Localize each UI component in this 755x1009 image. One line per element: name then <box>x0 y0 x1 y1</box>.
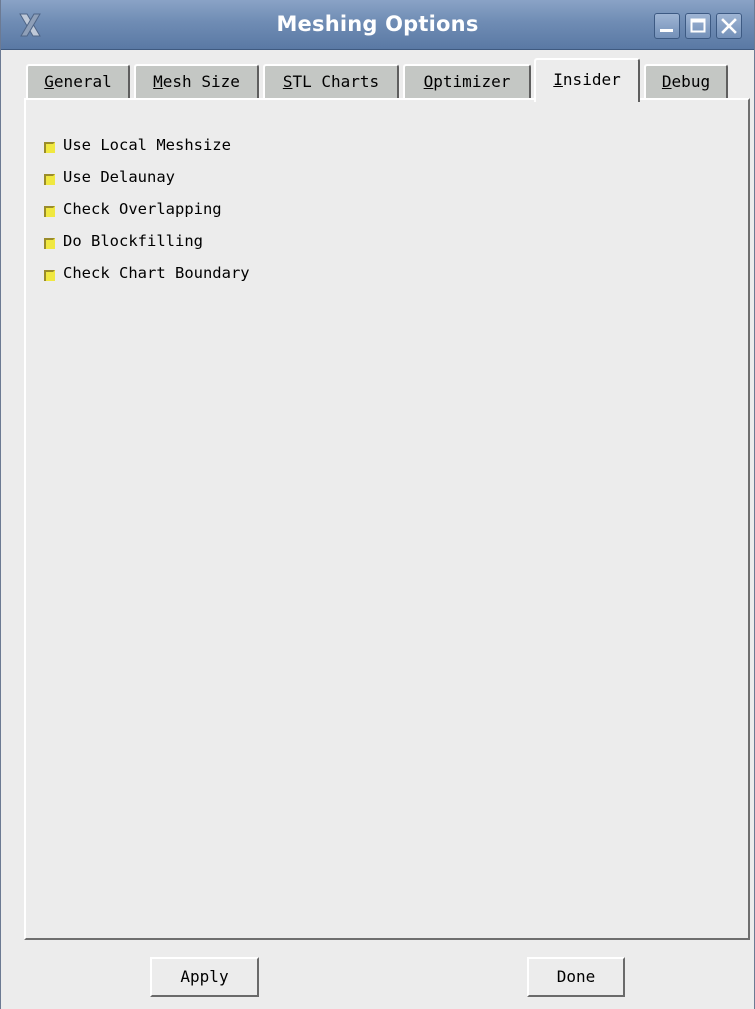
tab-mesh-size-label: esh Size <box>162 72 240 91</box>
tab-optimizer-accel: O <box>423 72 434 91</box>
check-use-delaunay[interactable]: Use Delaunay <box>44 165 175 189</box>
tab-general-label: eneral <box>53 72 112 91</box>
checkbox-indicator-icon[interactable] <box>44 204 55 217</box>
checkbox-indicator-icon[interactable] <box>44 172 55 185</box>
insider-panel: Use Local Meshsize Use Delaunay Check Ov… <box>24 98 750 940</box>
tab-optimizer[interactable]: Optimizer <box>403 64 531 98</box>
window-title: Meshing Options <box>276 12 479 36</box>
tab-insider-accel: I <box>553 70 563 89</box>
tab-stl-charts[interactable]: STL Charts <box>263 64 399 98</box>
check-label: Use Local Meshsize <box>63 136 231 154</box>
check-use-local-meshsize[interactable]: Use Local Meshsize <box>44 133 231 157</box>
tab-debug-label: ebug <box>671 72 711 91</box>
tab-debug[interactable]: Debug <box>644 64 728 98</box>
title-bar[interactable]: Meshing Options <box>1 0 754 50</box>
tab-general[interactable]: General <box>26 64 130 98</box>
close-button[interactable] <box>716 13 742 39</box>
apply-button[interactable]: Apply <box>150 957 259 997</box>
check-label: Do Blockfilling <box>63 232 203 250</box>
close-icon <box>721 18 737 34</box>
check-chart-boundary[interactable]: Check Chart Boundary <box>44 261 250 285</box>
minimize-button[interactable] <box>654 13 680 39</box>
minimize-icon <box>660 29 673 32</box>
tab-mesh-size-accel: M <box>153 72 163 91</box>
check-label: Check Chart Boundary <box>63 264 250 282</box>
meshing-options-window: Meshing Options General Mesh Size STL Ch… <box>0 0 755 1009</box>
tab-debug-accel: D <box>661 72 672 91</box>
check-overlapping[interactable]: Check Overlapping <box>44 197 222 221</box>
checkbox-indicator-icon[interactable] <box>44 268 55 281</box>
tab-stl-charts-label: TL Charts <box>292 72 380 91</box>
tab-insider-label: nsider <box>562 70 621 89</box>
check-do-blockfilling[interactable]: Do Blockfilling <box>44 229 203 253</box>
done-button[interactable]: Done <box>527 957 625 997</box>
tab-optimizer-label: ptimizer <box>433 72 511 91</box>
check-label: Check Overlapping <box>63 200 222 218</box>
checkbox-indicator-icon[interactable] <box>44 236 55 249</box>
checkbox-indicator-icon[interactable] <box>44 140 55 153</box>
tab-mesh-size[interactable]: Mesh Size <box>134 64 259 98</box>
maximize-button[interactable] <box>685 13 711 39</box>
check-label: Use Delaunay <box>63 168 175 186</box>
tab-general-accel: G <box>44 72 54 91</box>
maximize-icon <box>690 18 706 33</box>
tab-insider[interactable]: Insider <box>534 58 640 102</box>
